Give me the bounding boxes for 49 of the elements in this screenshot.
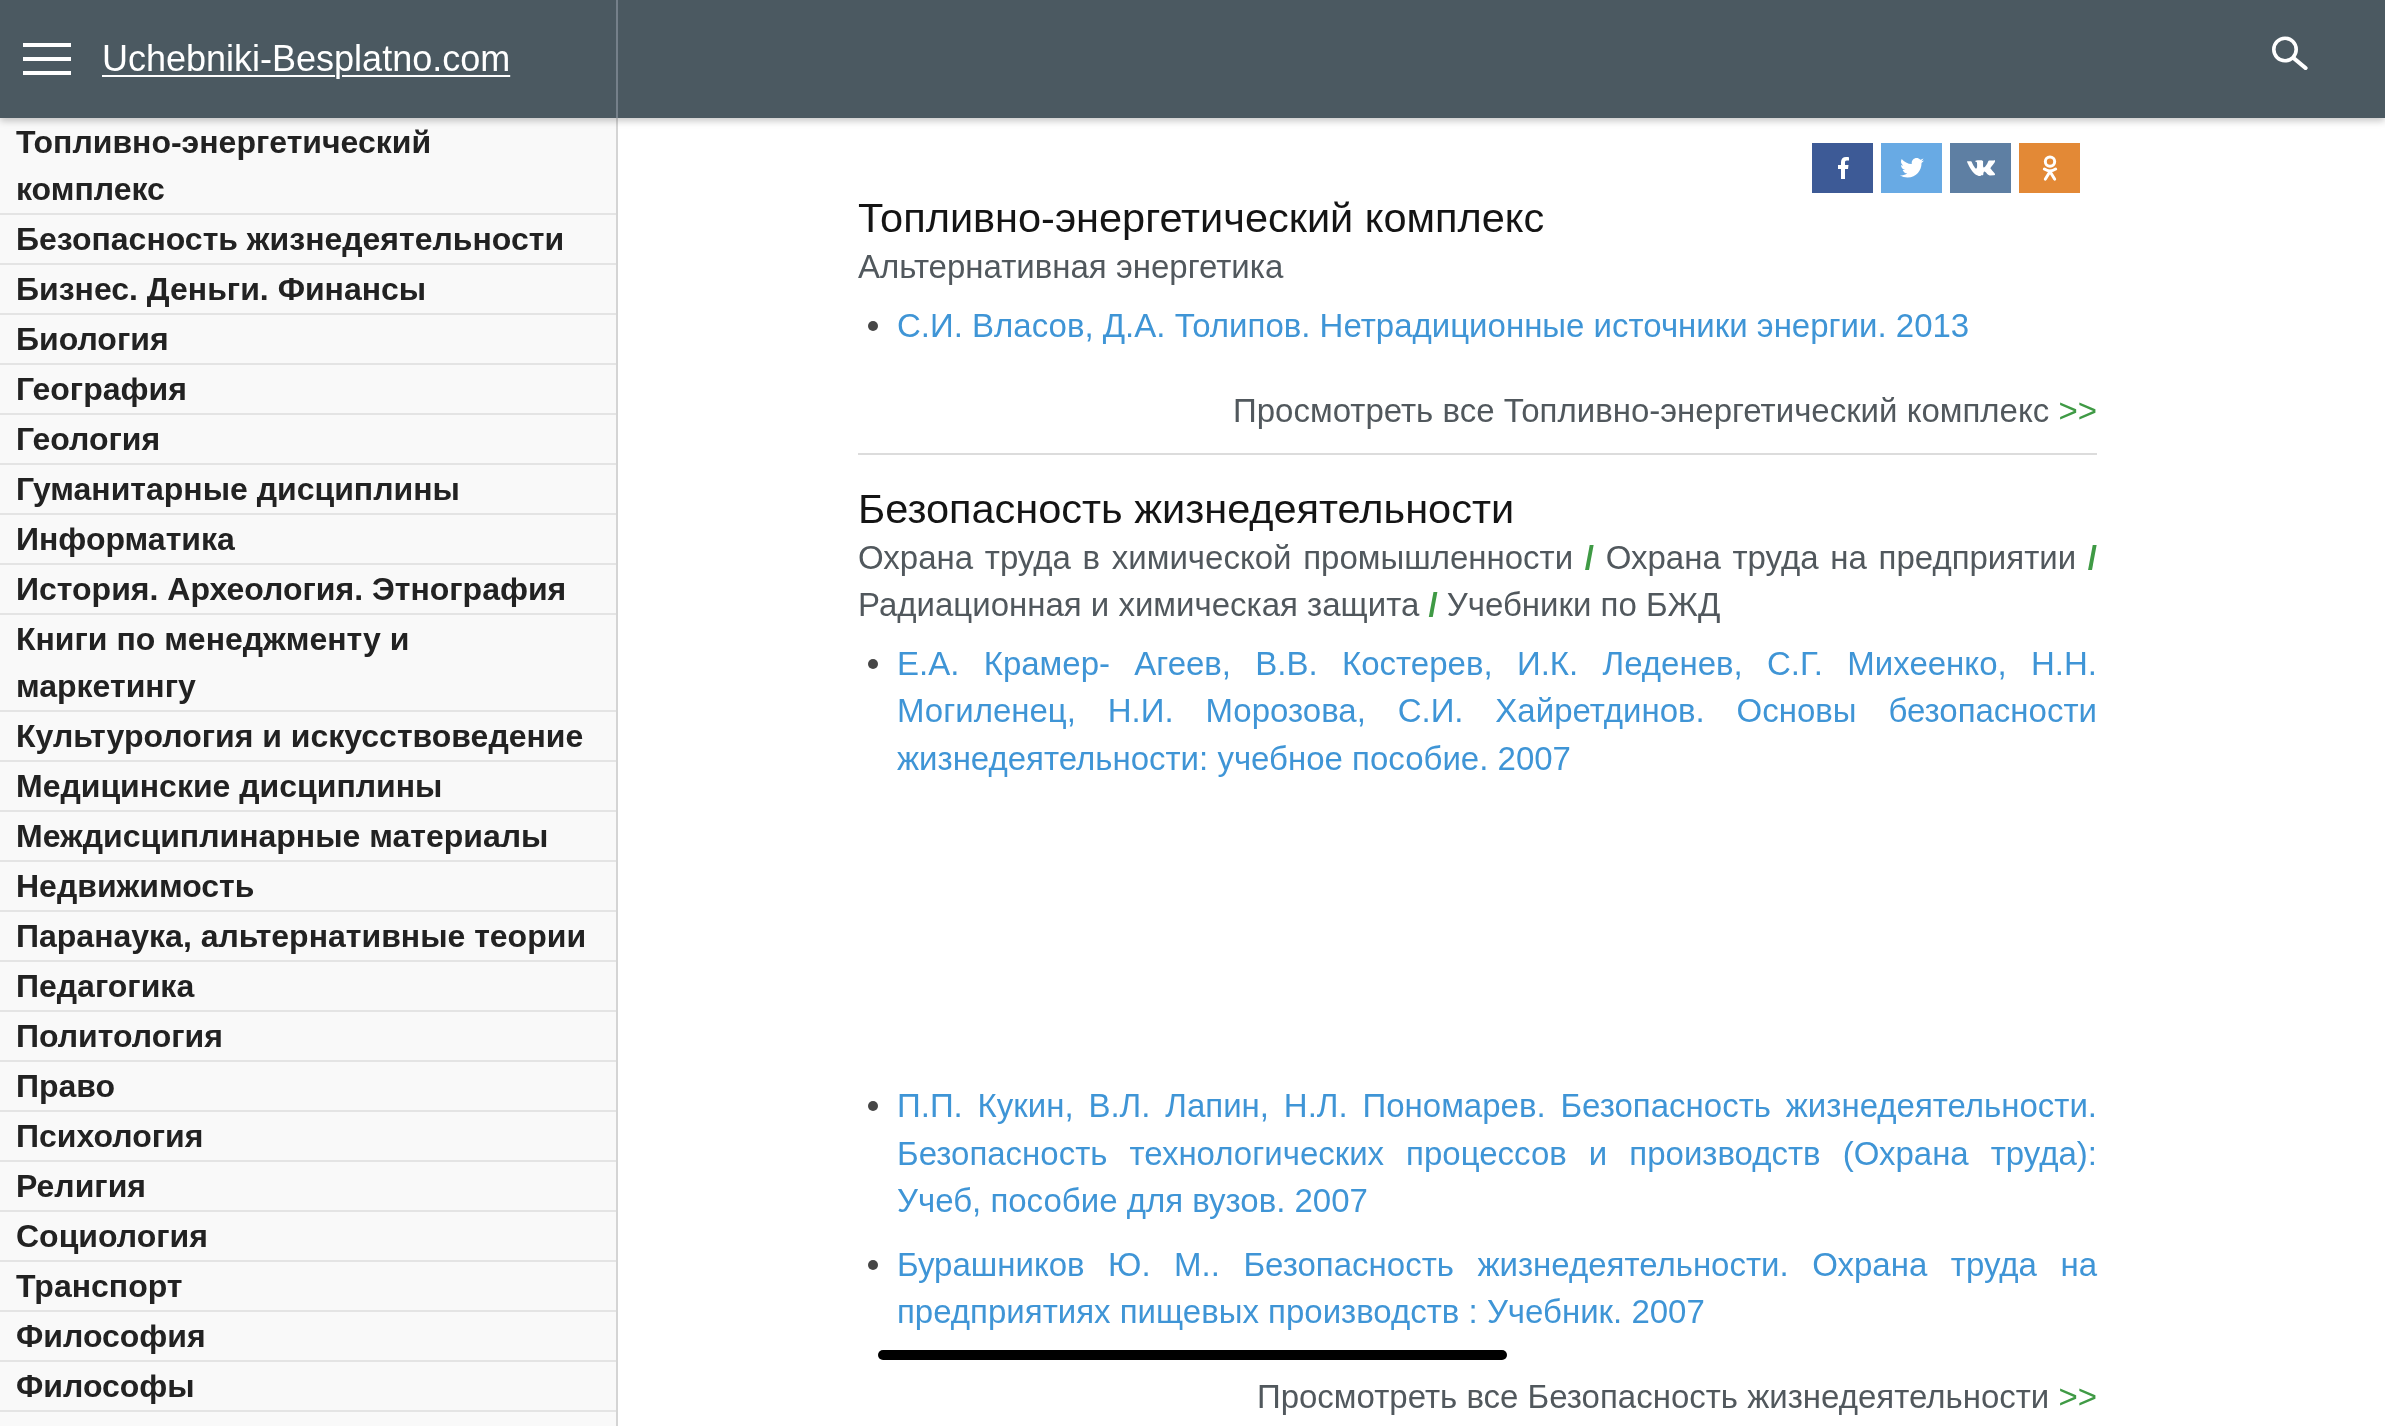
sidebar-item[interactable]: Медицинские дисциплины xyxy=(0,762,616,812)
category-link[interactable]: Альтернативная энергетика xyxy=(858,248,1284,285)
view-all-link[interactable]: Просмотреть все Топливно-энергетический комплекс >> xyxy=(1233,391,2097,429)
section-title: Топливно-энергетический комплекс xyxy=(858,195,1546,241)
vk-icon xyxy=(1966,160,1995,176)
bullet-icon xyxy=(868,658,878,669)
category-link[interactable]: Радиационная и химическая защита xyxy=(858,585,1420,623)
sidebar-item[interactable]: Биология xyxy=(0,315,616,365)
sidebar-item[interactable]: Транспорт xyxy=(0,1262,616,1312)
sidebar-item[interactable]: Геология xyxy=(0,415,616,465)
sidebar-item[interactable]: Паранаука, альтернативные теории xyxy=(0,912,616,962)
sidebar-item[interactable]: Право xyxy=(0,1062,616,1112)
sidebar-item[interactable]: Бизнес. Деньги. Финансы xyxy=(0,265,616,315)
sidebar-item[interactable]: География xyxy=(0,365,616,415)
separator: / xyxy=(1584,538,1594,576)
share-button[interactable] xyxy=(1812,143,1873,193)
category-link[interactable]: Учебники по БЖД xyxy=(1446,585,1721,623)
sidebar-item[interactable]: Религия xyxy=(0,1162,616,1212)
category-link[interactable]: Охрана труда на предприятии xyxy=(1605,538,2077,576)
bullet-icon xyxy=(868,1259,878,1270)
sidebar-item[interactable]: Безопасность жизнедеятельности xyxy=(0,215,616,265)
site-title-link[interactable]: Uchebniki-Besplatno.com xyxy=(102,38,511,80)
sidebar-item[interactable]: Философия xyxy=(0,1312,616,1362)
sidebar-item[interactable]: Педагогика xyxy=(0,962,616,1012)
separator: / xyxy=(2087,538,2098,576)
sidebar-item[interactable]: Философы xyxy=(0,1362,616,1412)
sidebar-item[interactable]: Политология xyxy=(0,1012,616,1062)
sidebar-item[interactable]: Гуманитарные дисциплины xyxy=(0,465,616,515)
sidebar-item[interactable]: Информатика xyxy=(0,515,616,565)
menu-icon[interactable] xyxy=(23,43,71,75)
separator: / xyxy=(1428,585,1438,623)
sidebar-item[interactable]: Топливно-энергетический комплекс xyxy=(0,118,616,215)
sidebar-item[interactable]: Социология xyxy=(0,1212,616,1262)
bullet-icon xyxy=(868,1101,878,1111)
facebook-icon xyxy=(1836,157,1849,179)
sidebar-item[interactable]: Междисциплинарные материалы xyxy=(0,812,616,862)
bullet-icon xyxy=(868,321,878,331)
category-link[interactable]: Охрана труда в химической промышленности xyxy=(858,538,1574,576)
view-all-link[interactable]: Просмотреть все Безопасность жизнедеятельности >> xyxy=(1256,1377,2097,1415)
sidebar-item[interactable]: Книги по менеджменту и маркетингу xyxy=(0,615,616,712)
twitter-icon xyxy=(1899,158,1924,178)
section-title: Безопасность жизнедеятельности xyxy=(858,485,1516,532)
sidebar-item[interactable]: Культурология и искусствоведение xyxy=(0,712,616,762)
sidebar-item[interactable]: История. Археология. Этнография xyxy=(0,565,616,615)
search-icon[interactable] xyxy=(2271,36,2309,70)
odnoklassniki-icon xyxy=(2041,155,2058,181)
sidebar-item[interactable]: Недвижимость xyxy=(0,862,616,912)
share-button[interactable] xyxy=(1950,143,2011,193)
sidebar-item[interactable]: Психология xyxy=(0,1112,616,1162)
